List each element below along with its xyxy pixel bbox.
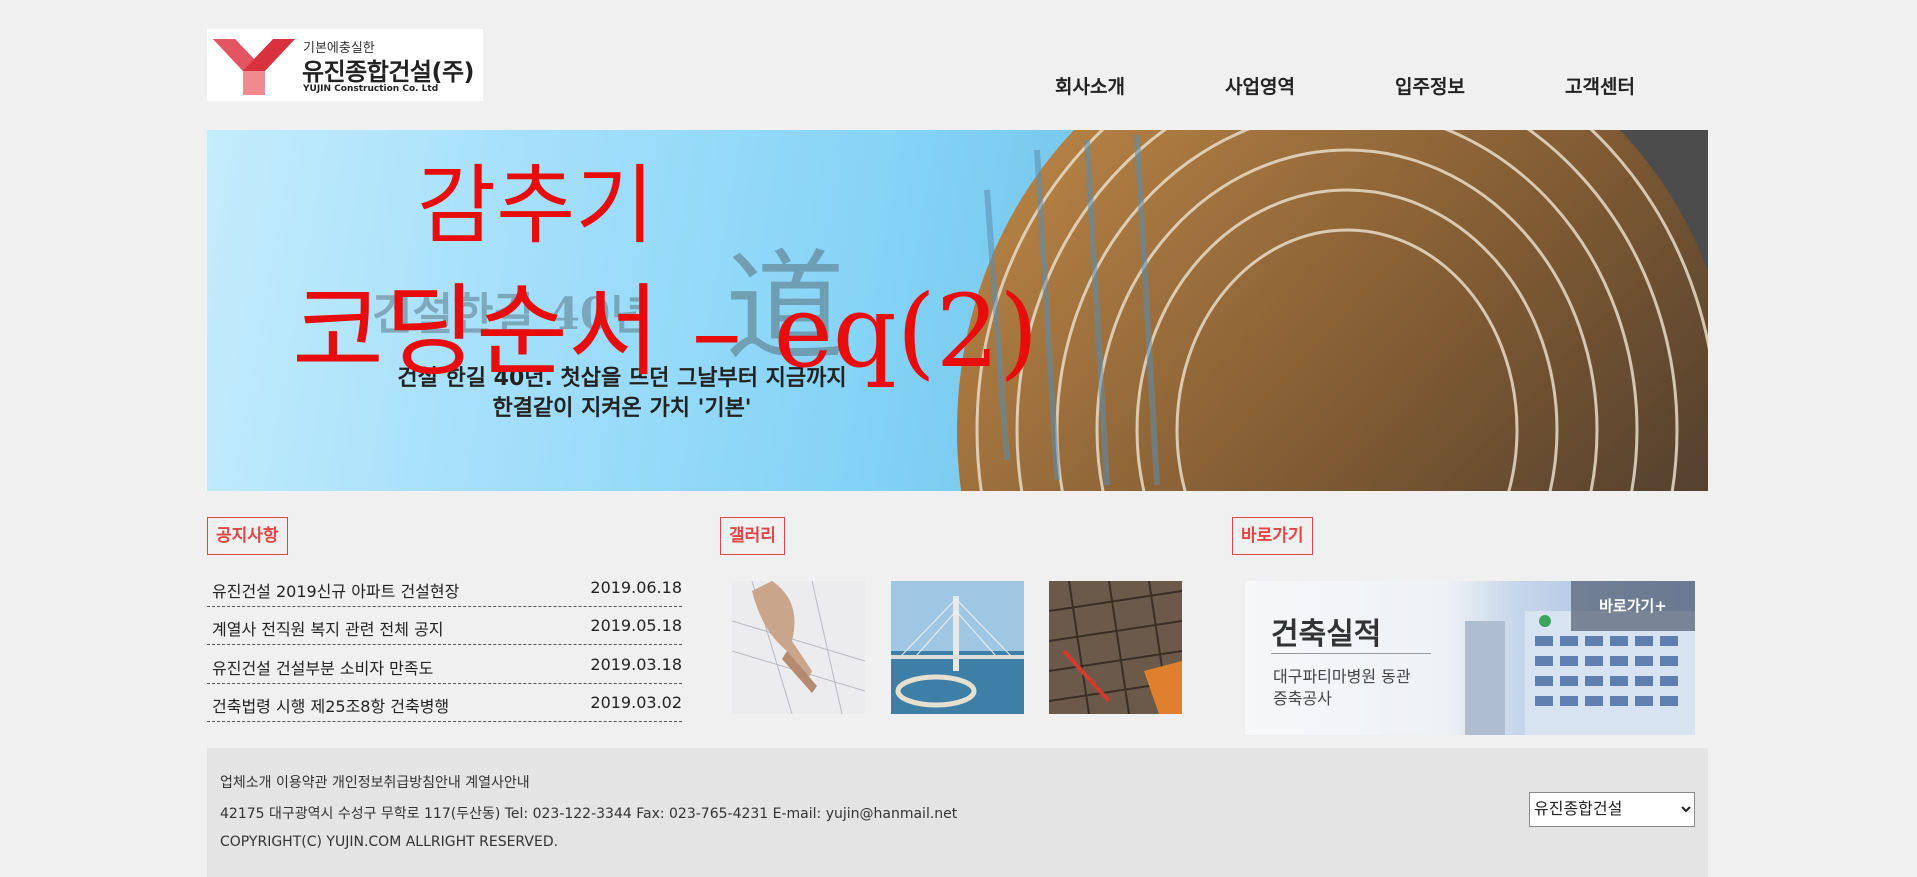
shortcut-section-label[interactable]: 바로가기 <box>1232 517 1313 555</box>
watermark-line-2: 코딩순서 – eq(2) <box>292 273 1039 390</box>
nav-company-intro[interactable]: 회사소개 <box>1030 72 1150 99</box>
building-facade-graphic <box>957 130 1708 491</box>
watermark-line-1: 감추기 <box>417 156 655 256</box>
hero-banner: 건설한길 40년 道 건설 한길 40년. 첫삽을 뜨던 그날부터 지금까지 한… <box>207 130 1708 491</box>
notice-date: 2019.05.18 <box>590 616 682 635</box>
notice-date: 2019.03.02 <box>590 693 682 712</box>
logo-company-name: 유진종합건설(주) <box>302 58 475 86</box>
construction-site-image <box>1049 581 1182 714</box>
shortcut-banner-line-2: 증축공사 <box>1273 689 1332 708</box>
gallery-thumb-construction[interactable] <box>1049 581 1182 714</box>
nav-move-in-info[interactable]: 입주정보 <box>1370 72 1490 99</box>
notice-list-item[interactable]: 건축법령 시행 제25조8항 건축병행 2019.03.02 <box>207 683 682 722</box>
hero-subtitle-line-2: 한결같이 지켜온 가치 '기본' <box>492 396 752 421</box>
shortcut-go-button[interactable]: 바로가기+ <box>1571 581 1695 631</box>
gallery-section-label[interactable]: 갤러리 <box>720 517 785 555</box>
shortcut-banner[interactable]: 바로가기+ 건축실적 대구파티마병원 동관 증축공사 <box>1245 581 1695 735</box>
bridge-image <box>891 581 1024 714</box>
notice-title: 건축법령 시행 제25조8항 건축병행 <box>212 697 450 716</box>
footer-address: 42175 대구광역시 수성구 무학로 117(두산동) Tel: 023-12… <box>220 806 958 822</box>
shortcut-banner-line-1: 대구파티마병원 동관 <box>1273 667 1411 686</box>
logo[interactable]: 기본에충실한 유진종합건설(주) YUJIN Construction Co. … <box>207 29 483 101</box>
nav-customer-center[interactable]: 고객센터 <box>1540 72 1660 99</box>
notice-list-item[interactable]: 계열사 전직원 복지 관련 전체 공지 2019.05.18 <box>207 606 682 645</box>
gallery-thumb-blueprint[interactable] <box>732 581 865 714</box>
notice-list-item[interactable]: 유진건설 2019신규 아파트 건설현장 2019.06.18 <box>207 568 682 607</box>
logo-english-name: YUJIN Construction Co. Ltd <box>303 84 439 94</box>
blueprint-hands-image <box>732 581 865 714</box>
notice-title: 유진건설 2019신규 아파트 건설현장 <box>212 582 460 601</box>
notice-title: 계열사 전직원 복지 관련 전체 공지 <box>212 620 444 639</box>
logo-mark-icon <box>213 39 295 95</box>
nav-business-area[interactable]: 사업영역 <box>1200 72 1320 99</box>
gallery-thumb-bridge[interactable] <box>891 581 1024 714</box>
footer-links[interactable]: 업체소개 이용약관 개인정보취급방침안내 계열사안내 <box>220 772 530 792</box>
shortcut-banner-divider <box>1271 653 1431 654</box>
notice-date: 2019.03.18 <box>590 655 682 674</box>
footer-copyright: COPYRIGHT(C) YUJIN.COM ALLRIGHT RESERVED… <box>220 834 559 850</box>
family-site-select[interactable]: 유진종합건설 <box>1529 792 1695 827</box>
notice-section-label[interactable]: 공지사항 <box>207 517 288 555</box>
notice-title: 유진건설 건설부분 소비자 만족도 <box>212 659 434 678</box>
shortcut-banner-title: 건축실적 <box>1271 617 1382 652</box>
notice-list-item[interactable]: 유진건설 건설부분 소비자 만족도 2019.03.18 <box>207 645 682 684</box>
footer: 업체소개 이용약관 개인정보취급방침안내 계열사안내 42175 대구광역시 수… <box>207 748 1708 877</box>
notice-date: 2019.06.18 <box>590 578 682 597</box>
